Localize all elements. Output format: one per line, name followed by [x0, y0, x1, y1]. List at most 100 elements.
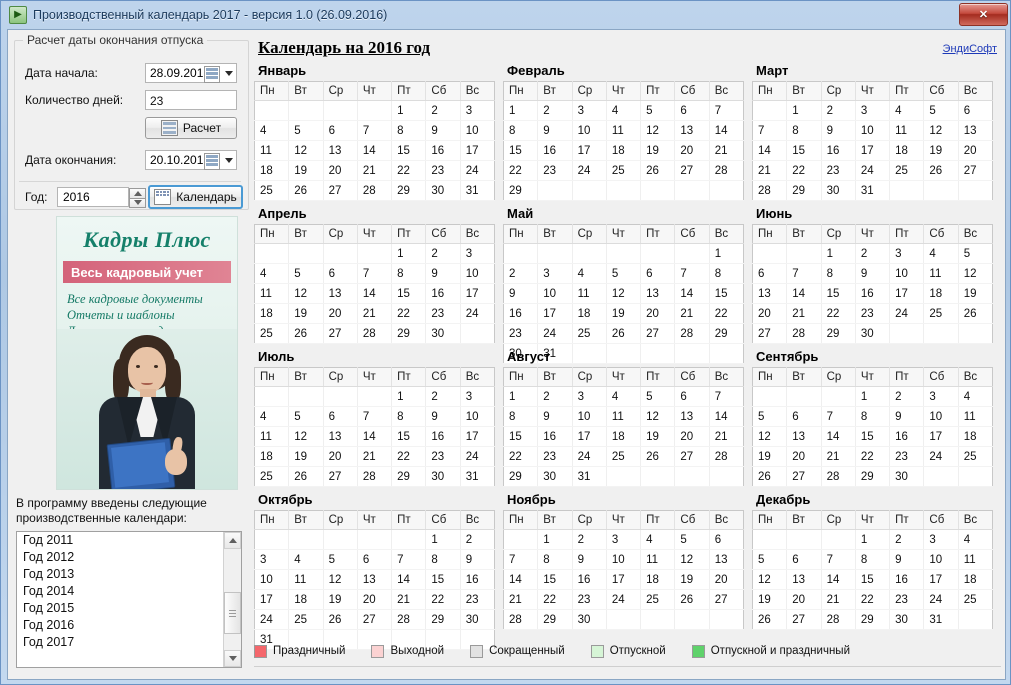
- day-cell[interactable]: 22: [425, 589, 461, 610]
- day-cell[interactable]: 29: [537, 609, 573, 630]
- day-cell[interactable]: 8: [391, 406, 427, 427]
- day-cell[interactable]: 21: [357, 303, 393, 324]
- day-cell[interactable]: 24: [889, 303, 925, 324]
- day-cell[interactable]: 3: [606, 529, 642, 550]
- day-cell[interactable]: 5: [752, 406, 788, 427]
- day-cell[interactable]: 20: [674, 426, 710, 447]
- day-cell[interactable]: 11: [923, 263, 959, 284]
- day-cell[interactable]: 5: [323, 549, 358, 570]
- day-cell[interactable]: 4: [889, 100, 925, 121]
- day-cell[interactable]: 16: [572, 569, 607, 590]
- day-cell[interactable]: 13: [709, 549, 744, 570]
- day-cell[interactable]: 8: [786, 120, 822, 141]
- day-cell[interactable]: 6: [323, 263, 358, 284]
- day-cell[interactable]: 16: [503, 303, 539, 324]
- day-cell[interactable]: 29: [786, 180, 822, 201]
- day-cell[interactable]: 19: [640, 426, 676, 447]
- day-cell[interactable]: 24: [606, 589, 642, 610]
- day-cell[interactable]: 14: [391, 569, 427, 590]
- day-cell[interactable]: 4: [958, 386, 993, 407]
- day-cell[interactable]: 6: [674, 100, 710, 121]
- day-cell[interactable]: 21: [357, 160, 393, 181]
- day-cell[interactable]: 10: [460, 120, 495, 141]
- day-cell[interactable]: 12: [288, 426, 324, 447]
- day-cell[interactable]: 1: [855, 386, 891, 407]
- day-cell[interactable]: 25: [288, 609, 324, 630]
- day-cell[interactable]: 5: [923, 100, 959, 121]
- day-cell[interactable]: 1: [425, 529, 461, 550]
- day-cell[interactable]: 12: [958, 263, 993, 284]
- day-cell[interactable]: 27: [786, 466, 822, 487]
- day-cell[interactable]: 27: [709, 589, 744, 610]
- day-cell[interactable]: 31: [572, 466, 607, 487]
- day-cell[interactable]: 1: [821, 243, 856, 264]
- day-cell[interactable]: 16: [425, 426, 461, 447]
- day-cell[interactable]: 8: [503, 120, 539, 141]
- day-cell[interactable]: 4: [572, 263, 607, 284]
- day-cell[interactable]: 9: [889, 549, 925, 570]
- day-cell[interactable]: 18: [889, 140, 925, 161]
- days-count-input[interactable]: 23: [145, 90, 237, 110]
- day-cell[interactable]: 1: [855, 529, 891, 550]
- day-cell[interactable]: 25: [254, 466, 290, 487]
- day-cell[interactable]: 7: [786, 263, 822, 284]
- day-cell[interactable]: 8: [503, 406, 539, 427]
- day-cell[interactable]: 22: [709, 303, 744, 324]
- advertisement-banner[interactable]: Кадры Плюс Весь кадровый учет Все кадров…: [56, 216, 238, 490]
- scroll-up-button[interactable]: [224, 532, 241, 549]
- day-cell[interactable]: 16: [855, 283, 891, 304]
- day-cell[interactable]: 15: [855, 426, 891, 447]
- day-cell[interactable]: 3: [460, 386, 495, 407]
- day-cell[interactable]: 23: [460, 589, 495, 610]
- day-cell[interactable]: 5: [288, 406, 324, 427]
- day-cell[interactable]: 30: [425, 180, 461, 201]
- day-cell[interactable]: 7: [674, 263, 710, 284]
- day-cell[interactable]: 9: [537, 120, 573, 141]
- day-cell[interactable]: 3: [537, 263, 573, 284]
- day-cell[interactable]: 13: [786, 569, 822, 590]
- day-cell[interactable]: 22: [855, 446, 891, 467]
- day-cell[interactable]: 27: [786, 609, 822, 630]
- day-cell[interactable]: 24: [572, 160, 607, 181]
- day-cell[interactable]: 4: [254, 406, 290, 427]
- day-cell[interactable]: 21: [709, 426, 744, 447]
- close-button[interactable]: ✕: [959, 3, 1008, 26]
- day-cell[interactable]: 30: [460, 609, 495, 630]
- day-cell[interactable]: 10: [889, 263, 925, 284]
- list-item[interactable]: Год 2014: [17, 583, 241, 600]
- day-cell[interactable]: 12: [640, 406, 676, 427]
- day-cell[interactable]: 23: [572, 589, 607, 610]
- day-cell[interactable]: 18: [958, 426, 993, 447]
- day-cell[interactable]: 3: [923, 529, 959, 550]
- day-cell[interactable]: 19: [606, 303, 642, 324]
- day-cell[interactable]: 19: [288, 160, 324, 181]
- day-cell[interactable]: 17: [855, 140, 891, 161]
- day-cell[interactable]: 2: [821, 100, 856, 121]
- day-cell[interactable]: 12: [288, 283, 324, 304]
- day-cell[interactable]: 3: [889, 243, 925, 264]
- day-cell[interactable]: 25: [254, 323, 290, 344]
- day-cell[interactable]: 26: [288, 180, 324, 201]
- day-cell[interactable]: 20: [323, 446, 358, 467]
- day-cell[interactable]: 16: [425, 283, 461, 304]
- day-cell[interactable]: 27: [674, 160, 710, 181]
- day-cell[interactable]: 11: [254, 283, 290, 304]
- day-cell[interactable]: 25: [606, 160, 642, 181]
- day-cell[interactable]: 18: [606, 140, 642, 161]
- day-cell[interactable]: 4: [288, 549, 324, 570]
- day-cell[interactable]: 20: [323, 160, 358, 181]
- day-cell[interactable]: 7: [503, 549, 539, 570]
- day-cell[interactable]: 26: [923, 160, 959, 181]
- day-cell[interactable]: 4: [606, 100, 642, 121]
- day-cell[interactable]: 10: [923, 406, 959, 427]
- day-cell[interactable]: 28: [503, 609, 539, 630]
- day-cell[interactable]: 2: [425, 243, 461, 264]
- day-cell[interactable]: 30: [537, 466, 573, 487]
- calendar-picker-icon[interactable]: [204, 153, 220, 170]
- day-cell[interactable]: 14: [709, 120, 744, 141]
- day-cell[interactable]: 17: [460, 140, 495, 161]
- day-cell[interactable]: 17: [460, 283, 495, 304]
- day-cell[interactable]: 26: [606, 323, 642, 344]
- day-cell[interactable]: 23: [537, 446, 573, 467]
- day-cell[interactable]: 25: [889, 160, 925, 181]
